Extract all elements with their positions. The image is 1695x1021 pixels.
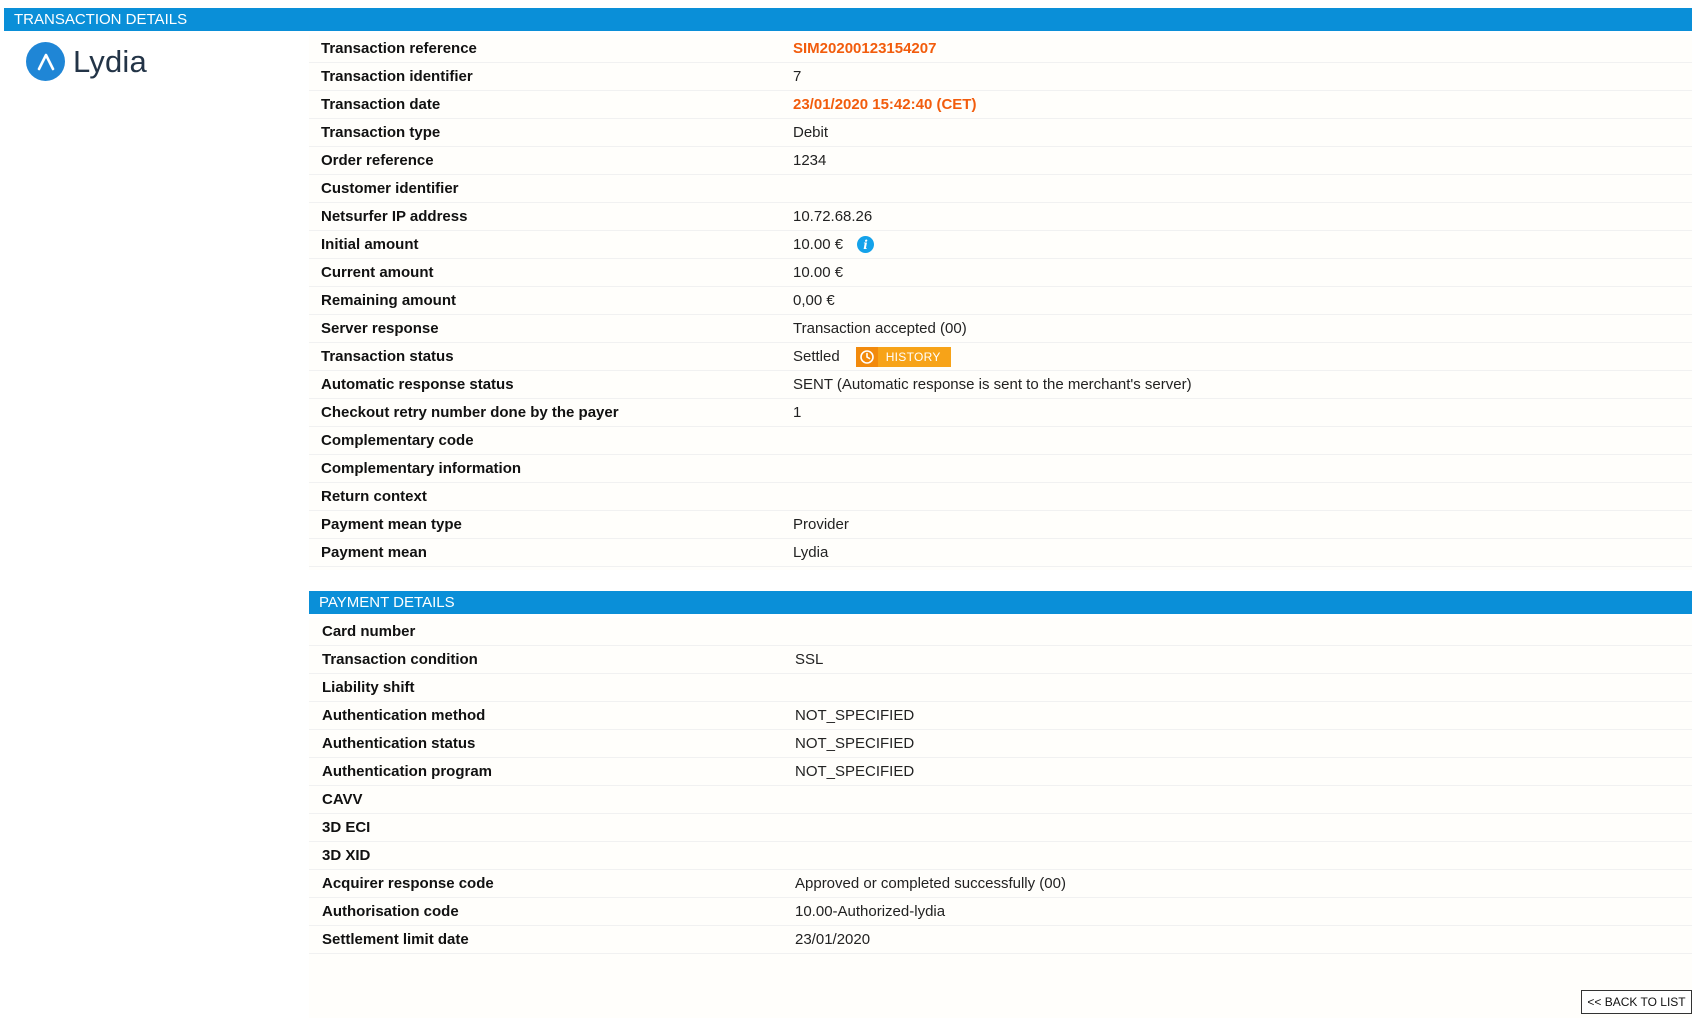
row-label: Return context — [321, 488, 427, 505]
table-row: Liability shift — [309, 674, 1692, 702]
table-row: Server response Transaction accepted (00) — [309, 315, 1692, 343]
row-value: SSL — [795, 651, 824, 668]
table-row: Payment mean type Provider — [309, 511, 1692, 539]
row-label: Transaction identifier — [321, 68, 473, 85]
row-label: Remaining amount — [321, 292, 457, 309]
table-row: Automatic response status SENT (Automatic… — [309, 371, 1692, 399]
row-label: Initial amount — [321, 236, 419, 253]
history-button-label: HISTORY — [885, 349, 941, 364]
table-row: 3D XID — [309, 842, 1692, 870]
row-label: Customer identifier — [321, 180, 459, 197]
row-value: 10.00 € — [793, 264, 844, 281]
row-value: 23/01/2020 — [795, 931, 871, 948]
payment-details-table: Card number Transaction condition SSL Lia… — [309, 618, 1692, 1018]
row-label: Authentication program — [322, 763, 493, 780]
table-row: Current amount 10.00 € — [309, 259, 1692, 287]
table-row: Transaction reference SIM20200123154207 — [309, 35, 1692, 63]
row-label: Order reference — [321, 152, 434, 169]
logo-text: Lydia — [73, 43, 147, 79]
row-value: 10.00-Authorized-lydia — [795, 903, 946, 920]
lydia-logo-icon — [26, 42, 65, 81]
row-label: Settlement limit date — [322, 931, 469, 948]
row-label: Acquirer response code — [322, 875, 494, 892]
row-value: NOT_SPECIFIED — [795, 707, 915, 724]
table-row: Authentication method NOT_SPECIFIED — [309, 702, 1692, 730]
transaction-details-header: TRANSACTION DETAILS — [4, 8, 1692, 31]
info-icon[interactable]: i — [857, 236, 875, 253]
row-label: Payment mean — [321, 544, 427, 561]
table-row: Authentication status NOT_SPECIFIED — [309, 730, 1692, 758]
table-row: Transaction identifier 7 — [309, 63, 1692, 91]
table-row: Payment mean Lydia — [309, 539, 1692, 567]
row-label: Transaction type — [321, 124, 441, 141]
table-row: Netsurfer IP address 10.72.68.26 — [309, 203, 1692, 231]
table-row: Authentication program NOT_SPECIFIED — [309, 758, 1692, 786]
table-row: Card number — [309, 618, 1692, 646]
row-label: 3D XID — [322, 847, 371, 864]
row-value: Lydia — [793, 544, 829, 561]
row-label: Liability shift — [322, 679, 415, 696]
row-value: Approved or completed successfully (00) — [795, 875, 1066, 892]
table-row: Return context — [309, 483, 1692, 511]
row-value-wrap: 10.00 € i — [793, 236, 1692, 253]
row-label: Netsurfer IP address — [321, 208, 468, 225]
row-value: 1 — [793, 404, 802, 421]
table-row: Remaining amount 0,00 € — [309, 287, 1692, 315]
payment-details-header: PAYMENT DETAILS — [309, 591, 1692, 614]
transaction-date-value: 23/01/2020 15:42:40 (CET) — [793, 96, 977, 113]
row-label: Automatic response status — [321, 376, 514, 393]
table-row: Transaction date 23/01/2020 15:42:40 (CET… — [309, 91, 1692, 119]
row-label: Transaction status — [321, 348, 454, 365]
transaction-reference-value: SIM20200123154207 — [793, 40, 937, 57]
row-label: Authentication method — [322, 707, 486, 724]
table-row: Order reference 1234 — [309, 147, 1692, 175]
row-label: Authentication status — [322, 735, 476, 752]
back-to-list-button[interactable]: << BACK TO LIST — [1581, 990, 1692, 1014]
row-label: Card number — [322, 623, 416, 640]
clock-history-icon — [855, 346, 878, 367]
table-row: Authorisation code 10.00-Authorized-lydia — [309, 898, 1692, 926]
row-value: 10.72.68.26 — [793, 208, 873, 225]
row-label: Complementary information — [321, 460, 522, 477]
row-label: Server response — [321, 320, 439, 337]
row-label: Checkout retry number done by the payer — [321, 404, 619, 421]
row-value: 1234 — [793, 152, 827, 169]
table-row: CAVV — [309, 786, 1692, 814]
initial-amount-value: 10.00 € — [793, 236, 844, 253]
transaction-details-table: Transaction reference SIM20200123154207 T… — [309, 35, 1692, 570]
table-row: Transaction condition SSL — [309, 646, 1692, 674]
row-label: Transaction condition — [322, 651, 478, 668]
row-value: Transaction accepted (00) — [793, 320, 967, 337]
row-value: 0,00 € — [793, 292, 835, 309]
history-button[interactable]: HISTORY — [855, 346, 951, 367]
table-row: Complementary information — [309, 455, 1692, 483]
table-row: Transaction status Settled HISTORY — [309, 343, 1692, 371]
row-value: SENT (Automatic response is sent to the … — [793, 376, 1192, 393]
row-label: Transaction reference — [321, 40, 477, 57]
row-value-wrap: Settled HISTORY — [793, 346, 1692, 367]
row-label: CAVV — [322, 791, 363, 808]
row-label: Transaction date — [321, 96, 441, 113]
row-value: Provider — [793, 516, 849, 533]
table-row: Complementary code — [309, 427, 1692, 455]
row-label: Payment mean type — [321, 516, 462, 533]
table-row: Transaction type Debit — [309, 119, 1692, 147]
row-value: NOT_SPECIFIED — [795, 763, 915, 780]
row-label: Current amount — [321, 264, 434, 281]
row-value: NOT_SPECIFIED — [795, 735, 915, 752]
table-row: 3D ECI — [309, 814, 1692, 842]
row-label: Complementary code — [321, 432, 474, 449]
transaction-status-value: Settled — [793, 348, 840, 365]
table-row: Acquirer response code Approved or comple… — [309, 870, 1692, 898]
table-row: Initial amount 10.00 € i — [309, 231, 1692, 259]
table-row: Customer identifier — [309, 175, 1692, 203]
table-row: Settlement limit date 23/01/2020 — [309, 926, 1692, 954]
row-value: Debit — [793, 124, 829, 141]
row-label: 3D ECI — [322, 819, 371, 836]
table-row: Checkout retry number done by the payer 1 — [309, 399, 1692, 427]
row-label: Authorisation code — [322, 903, 459, 920]
row-value: 7 — [793, 68, 802, 85]
lydia-logo: Lydia — [26, 42, 147, 81]
